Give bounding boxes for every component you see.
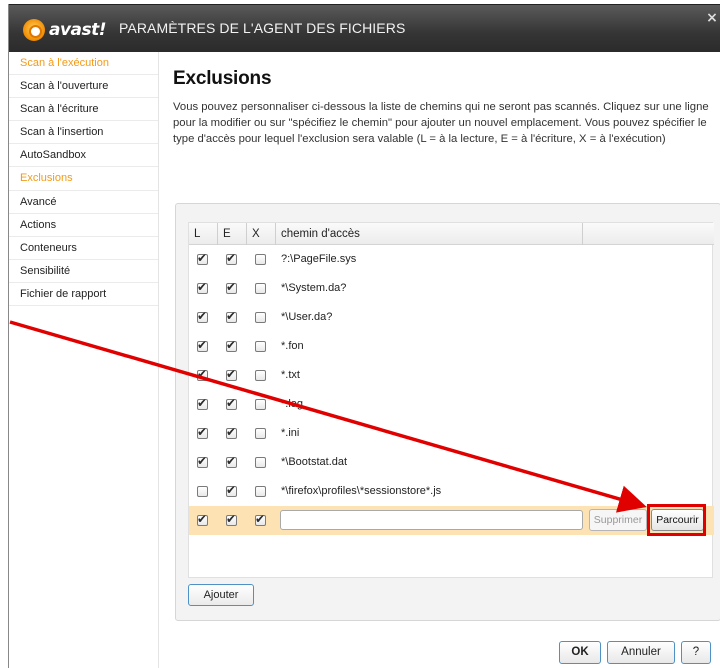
write-checkbox[interactable] xyxy=(226,280,237,294)
read-checkbox[interactable] xyxy=(197,338,208,352)
write-checkbox[interactable] xyxy=(226,251,237,265)
table-row[interactable]: *\User.da? xyxy=(189,303,714,332)
execute-checkbox[interactable] xyxy=(255,399,266,410)
write-checkbox[interactable] xyxy=(226,454,237,468)
table-row[interactable]: *\firefox\profiles\*sessionstore*.js xyxy=(189,477,714,506)
dialog-footer: OK Annuler ? xyxy=(161,641,720,668)
sidebar-item-autosandbox[interactable]: AutoSandbox xyxy=(9,144,158,168)
sidebar: Scan à l'exécution Scan à l'ouverture Scan… xyxy=(9,52,159,668)
window-title: PARAMÈTRES DE L'AGENT DES FICHIERS xyxy=(119,20,406,36)
write-checkbox[interactable] xyxy=(226,367,237,381)
path-cell: *\firefox\profiles\*sessionstore*.js xyxy=(281,485,442,497)
main-content: Exclusions Vous pouvez personnaliser ci-… xyxy=(161,52,720,668)
sidebar-item-actions[interactable]: Actions xyxy=(9,214,158,237)
table-row[interactable]: *\Bootstat.dat xyxy=(189,448,714,477)
execute-checkbox[interactable] xyxy=(255,283,266,294)
table-row[interactable]: ?:\PageFile.sys xyxy=(189,245,714,274)
read-checkbox[interactable] xyxy=(197,309,208,323)
annotation-highlight-box xyxy=(647,504,706,536)
page-description: Vous pouvez personnaliser ci-dessous la … xyxy=(173,101,709,145)
path-cell: *\System.da? xyxy=(281,282,347,294)
read-checkbox[interactable] xyxy=(197,280,208,294)
write-checkbox[interactable] xyxy=(226,309,237,323)
execute-checkbox[interactable] xyxy=(255,486,266,497)
path-input[interactable] xyxy=(280,510,583,530)
write-checkbox[interactable] xyxy=(226,483,237,497)
sidebar-item-scan-à-l-insertion[interactable]: Scan à l'insertion xyxy=(9,121,158,145)
exclusions-table: L E X chemin d'accès ?:\PageFile.sys *\Sy… xyxy=(188,222,714,578)
execute-checkbox[interactable] xyxy=(255,512,266,526)
sidebar-item-conteneurs[interactable]: Conteneurs xyxy=(9,237,158,260)
column-header-x[interactable]: X xyxy=(247,223,276,245)
write-checkbox[interactable] xyxy=(226,338,237,352)
path-cell: *\User.da? xyxy=(281,311,333,323)
table-row[interactable]: *.ini xyxy=(189,419,714,448)
column-header-blank xyxy=(583,223,714,245)
logo-text: avast! xyxy=(49,20,107,40)
avast-logo-icon xyxy=(23,19,45,41)
path-cell: *.log xyxy=(281,398,304,410)
table-header: L E X chemin d'accès xyxy=(189,223,714,245)
read-checkbox[interactable] xyxy=(197,486,208,497)
table-row[interactable]: *\System.da? xyxy=(189,274,714,303)
read-checkbox[interactable] xyxy=(197,425,208,439)
delete-button[interactable]: Supprimer xyxy=(589,509,647,531)
read-checkbox[interactable] xyxy=(197,396,208,410)
sidebar-item-sensibilité[interactable]: Sensibilité xyxy=(9,260,158,283)
path-cell: *.txt xyxy=(281,369,300,381)
table-row[interactable]: *.log xyxy=(189,390,714,419)
write-checkbox[interactable] xyxy=(226,425,237,439)
read-checkbox[interactable] xyxy=(197,454,208,468)
add-button[interactable]: Ajouter xyxy=(188,584,254,606)
execute-checkbox[interactable] xyxy=(255,312,266,323)
read-checkbox[interactable] xyxy=(197,512,208,526)
execute-checkbox[interactable] xyxy=(255,457,266,468)
column-header-l[interactable]: L xyxy=(189,223,218,245)
table-row[interactable]: *.fon xyxy=(189,332,714,361)
exclusions-panel: L E X chemin d'accès ?:\PageFile.sys *\Sy… xyxy=(175,203,720,621)
sidebar-item-scan-à-l-ouverture[interactable]: Scan à l'ouverture xyxy=(9,75,158,99)
cancel-button[interactable]: Annuler xyxy=(607,641,675,664)
settings-window: avast! PARAMÈTRES DE L'AGENT DES FICHIER… xyxy=(8,4,720,668)
table-row[interactable]: *.txt xyxy=(189,361,714,390)
edit-row[interactable]: SupprimerParcourir xyxy=(189,504,714,536)
column-header-e[interactable]: E xyxy=(218,223,247,245)
path-cell: *.ini xyxy=(281,427,300,439)
read-checkbox[interactable] xyxy=(197,367,208,381)
write-checkbox[interactable] xyxy=(226,396,237,410)
close-icon[interactable]: × xyxy=(705,11,719,25)
table-body: ?:\PageFile.sys *\System.da? *\User.da? *.f… xyxy=(189,245,714,536)
sidebar-item-fichier-de-rapport[interactable]: Fichier de rapport xyxy=(9,283,158,307)
title-bar: avast! PARAMÈTRES DE L'AGENT DES FICHIER… xyxy=(9,4,720,52)
write-checkbox[interactable] xyxy=(226,512,237,526)
page-title: Exclusions xyxy=(173,68,272,89)
sidebar-item-scan-à-l-exécution[interactable]: Scan à l'exécution xyxy=(9,52,158,76)
path-cell: ?:\PageFile.sys xyxy=(281,253,357,265)
sidebar-item-exclusions[interactable]: Exclusions xyxy=(9,167,158,191)
path-cell: *\Bootstat.dat xyxy=(281,456,348,468)
ok-button[interactable]: OK xyxy=(559,641,601,664)
read-checkbox[interactable] xyxy=(197,251,208,265)
help-button[interactable]: ? xyxy=(681,641,711,664)
execute-checkbox[interactable] xyxy=(255,428,266,439)
column-header-path[interactable]: chemin d'accès xyxy=(276,223,583,245)
path-cell: *.fon xyxy=(281,340,304,352)
sidebar-item-avancé[interactable]: Avancé xyxy=(9,191,158,214)
sidebar-item-scan-à-l-écriture[interactable]: Scan à l'écriture xyxy=(9,98,158,122)
execute-checkbox[interactable] xyxy=(255,370,266,381)
execute-checkbox[interactable] xyxy=(255,254,266,265)
execute-checkbox[interactable] xyxy=(255,341,266,352)
avast-logo: avast! xyxy=(23,18,121,42)
